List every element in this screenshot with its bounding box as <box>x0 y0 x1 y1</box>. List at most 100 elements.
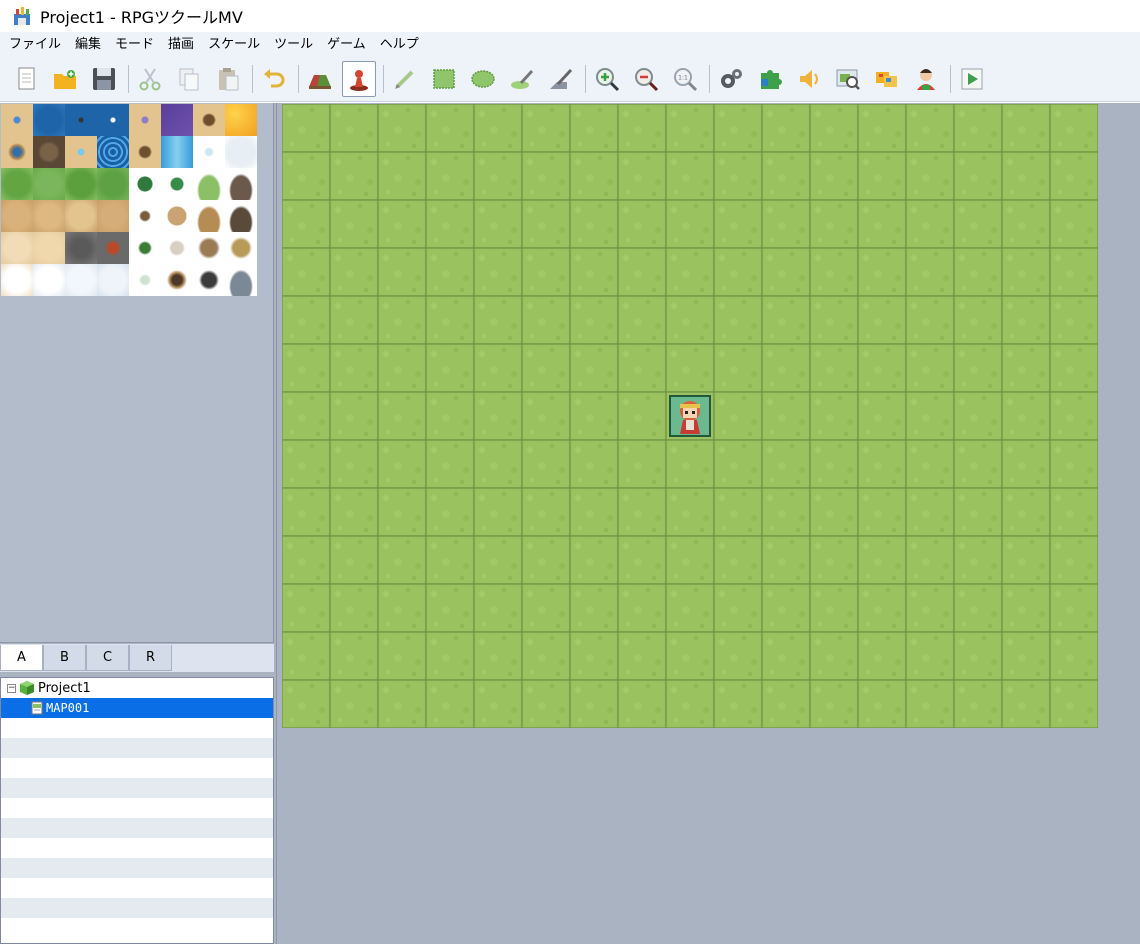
copy-button[interactable] <box>172 61 206 97</box>
map-tile[interactable] <box>473 439 523 489</box>
map-tile[interactable] <box>809 535 859 585</box>
tile[interactable] <box>97 168 129 200</box>
map-tile[interactable] <box>809 247 859 297</box>
map-tile[interactable] <box>713 679 763 728</box>
tile[interactable] <box>161 200 193 232</box>
map-tile[interactable] <box>1001 679 1051 728</box>
map-tile[interactable] <box>1001 247 1051 297</box>
map-tile[interactable] <box>521 199 571 249</box>
tile[interactable] <box>193 104 225 136</box>
map-tile[interactable] <box>521 487 571 537</box>
map-tile[interactable] <box>425 679 475 728</box>
map-tile[interactable] <box>665 439 715 489</box>
map-tile[interactable] <box>1049 535 1098 585</box>
map-tile[interactable] <box>809 391 859 441</box>
map-tile[interactable] <box>857 104 907 153</box>
map-tile[interactable] <box>473 199 523 249</box>
map-tile[interactable] <box>1001 487 1051 537</box>
shadow-pen-button[interactable] <box>544 61 578 97</box>
map-tile[interactable] <box>329 247 379 297</box>
map-tile[interactable] <box>569 104 619 153</box>
map-tile[interactable] <box>521 631 571 681</box>
tile[interactable] <box>193 168 225 200</box>
map-tile[interactable] <box>521 439 571 489</box>
map-tile[interactable] <box>425 343 475 393</box>
map-tile[interactable] <box>809 199 859 249</box>
map-tile[interactable] <box>329 583 379 633</box>
fill-button[interactable] <box>505 61 539 97</box>
map-tile[interactable] <box>329 391 379 441</box>
map-tile[interactable] <box>665 679 715 728</box>
map-tile[interactable] <box>761 631 811 681</box>
map-tile[interactable] <box>569 679 619 728</box>
map-tile[interactable] <box>809 295 859 345</box>
map-tile[interactable] <box>521 391 571 441</box>
map-tile[interactable] <box>713 104 763 153</box>
map-tile[interactable] <box>713 583 763 633</box>
map-tile[interactable] <box>282 247 331 297</box>
map-tile[interactable] <box>282 631 331 681</box>
map-tile[interactable] <box>569 151 619 201</box>
map-tile[interactable] <box>1049 343 1098 393</box>
map-tile[interactable] <box>665 583 715 633</box>
map-tile[interactable] <box>473 535 523 585</box>
rectangle-button[interactable] <box>427 61 461 97</box>
tile[interactable] <box>1 200 33 232</box>
tile[interactable] <box>65 200 97 232</box>
map-tile[interactable] <box>857 535 907 585</box>
pencil-button[interactable] <box>388 61 422 97</box>
tile[interactable] <box>97 136 129 168</box>
tile[interactable] <box>193 232 225 264</box>
map-tile[interactable] <box>761 151 811 201</box>
tile[interactable] <box>129 168 161 200</box>
map-tile[interactable] <box>761 247 811 297</box>
map-tile[interactable] <box>282 535 331 585</box>
map-tile[interactable] <box>1049 247 1098 297</box>
tile[interactable] <box>33 200 65 232</box>
tile[interactable] <box>65 104 97 136</box>
map-tile[interactable] <box>473 583 523 633</box>
tile[interactable] <box>161 232 193 264</box>
map-tile[interactable] <box>1049 583 1098 633</box>
map-tile[interactable] <box>953 631 1003 681</box>
map-tile[interactable] <box>473 247 523 297</box>
paste-button[interactable] <box>211 61 245 97</box>
map-tile[interactable] <box>905 439 955 489</box>
map-tile[interactable] <box>713 631 763 681</box>
tile[interactable] <box>225 264 257 296</box>
map-tile[interactable] <box>905 583 955 633</box>
tile[interactable] <box>33 264 65 296</box>
tab-c[interactable]: C <box>86 645 129 671</box>
map-tile[interactable] <box>521 343 571 393</box>
tile[interactable] <box>129 200 161 232</box>
tile[interactable] <box>225 104 257 136</box>
map-tile[interactable] <box>569 439 619 489</box>
map-tile[interactable] <box>713 199 763 249</box>
map-tile[interactable] <box>617 487 667 537</box>
map-tile[interactable] <box>377 343 427 393</box>
map-tile[interactable] <box>1001 631 1051 681</box>
map-tile[interactable] <box>521 247 571 297</box>
map-tile[interactable] <box>761 583 811 633</box>
map-tile[interactable] <box>1049 295 1098 345</box>
map-tile[interactable] <box>1049 631 1098 681</box>
map-tile[interactable] <box>761 295 811 345</box>
tile[interactable] <box>1 264 33 296</box>
map-tile[interactable] <box>953 391 1003 441</box>
map-tile[interactable] <box>761 679 811 728</box>
map-tile[interactable] <box>1049 439 1098 489</box>
map-tile[interactable] <box>425 631 475 681</box>
map-tile[interactable] <box>953 343 1003 393</box>
map-tile[interactable] <box>857 583 907 633</box>
map-tile[interactable] <box>617 343 667 393</box>
map-tile[interactable] <box>329 151 379 201</box>
map-tile[interactable] <box>425 151 475 201</box>
tree-item-map[interactable]: MAP001 <box>1 698 273 718</box>
map-mode-button[interactable] <box>303 61 337 97</box>
map-tile[interactable] <box>857 295 907 345</box>
map-tile[interactable] <box>521 679 571 728</box>
tile[interactable] <box>129 136 161 168</box>
map-tile[interactable] <box>905 391 955 441</box>
map-tile[interactable] <box>1001 199 1051 249</box>
map-tile[interactable] <box>1001 151 1051 201</box>
